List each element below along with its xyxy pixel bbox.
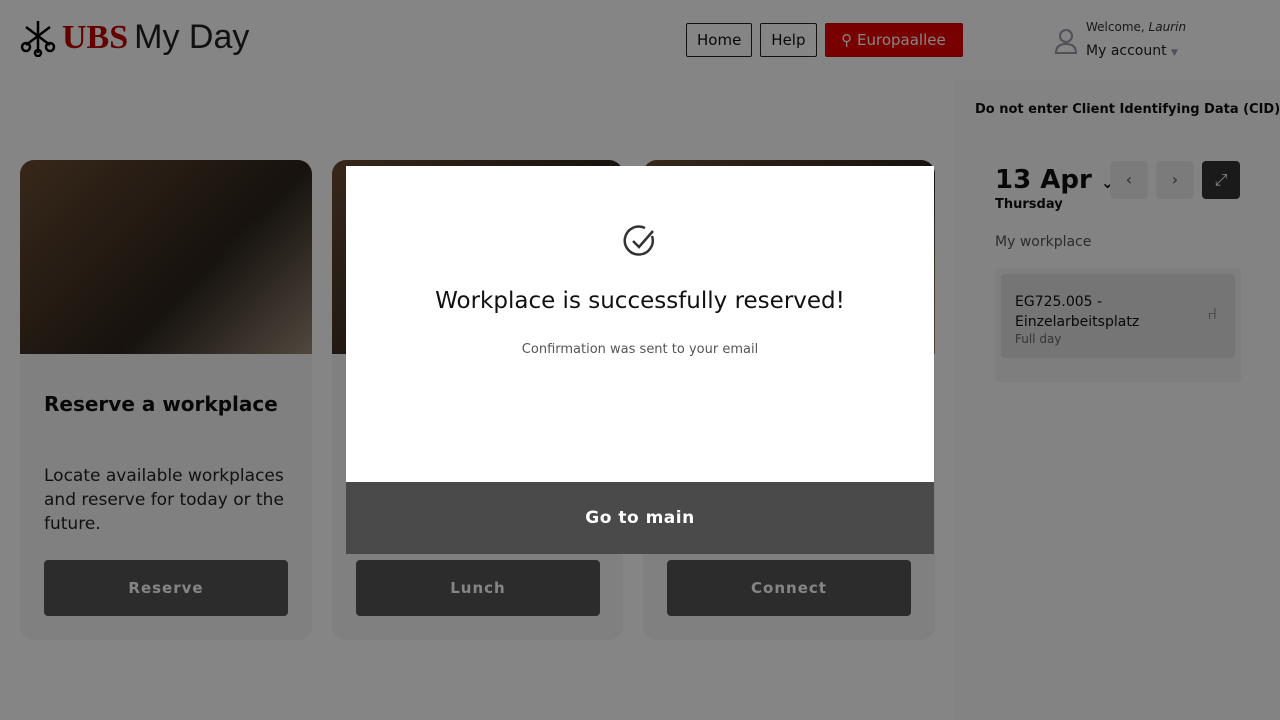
success-dialog: Workplace is successfully reserved! Conf… bbox=[346, 166, 934, 554]
dialog-title: Workplace is successfully reserved! bbox=[435, 288, 845, 314]
dialog-message: Confirmation was sent to your email bbox=[521, 342, 759, 357]
check-circle-icon bbox=[623, 225, 654, 256]
go-to-main-button[interactable]: Go to main bbox=[346, 482, 934, 554]
